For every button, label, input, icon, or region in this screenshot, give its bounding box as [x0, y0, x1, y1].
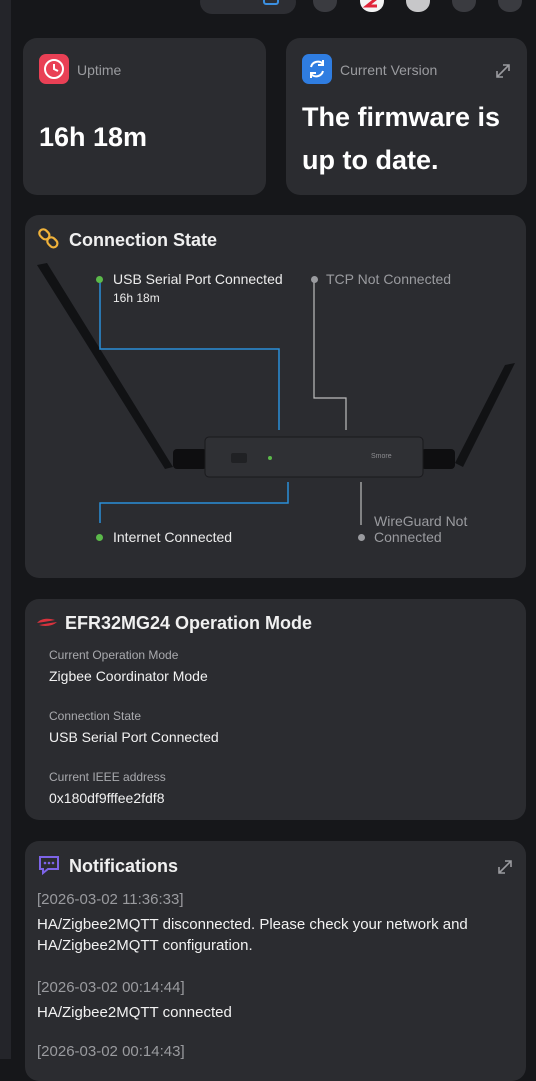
notification-timestamp: [2026-03-02 00:14:43]	[37, 1043, 185, 1060]
notification-timestamp: [2026-03-02 11:36:33]	[37, 891, 184, 908]
chat-icon	[37, 853, 61, 877]
uptime-label: Uptime	[77, 62, 122, 78]
wireguard-status-label-line1: WireGuard Not	[374, 513, 468, 529]
zigbee-icon[interactable]	[360, 0, 384, 12]
uptime-card: Uptime 16h 18m	[23, 38, 266, 195]
refresh-icon	[302, 54, 332, 84]
wireguard-status-label-line2: Connected	[374, 529, 442, 545]
internet-status-dot	[96, 534, 103, 541]
notification-message: HA/Zigbee2MQTT disconnected. Please chec…	[37, 916, 468, 954]
usb-uptime: 16h 18m	[113, 291, 160, 305]
tcp-status-dot	[311, 276, 318, 283]
usb-icon[interactable]	[406, 0, 430, 12]
bell-icon[interactable]	[498, 0, 522, 12]
connection-state-label: Connection State	[49, 709, 142, 723]
internet-status-label: Internet Connected	[113, 529, 233, 545]
notification-message: HA/Zigbee2MQTT connected	[37, 1004, 232, 1021]
notification-timestamp: [2026-03-02 00:14:44]	[37, 979, 185, 996]
device-brand-label: Smore	[371, 453, 392, 460]
firmware-status-line2: up to date.	[302, 145, 439, 175]
notifications-card: Notifications [2026-03-02 11:36:33] HA/Z…	[25, 841, 526, 1081]
left-sidebar-edge	[0, 0, 11, 1059]
operation-mode-card: EFR32MG24 Operation Mode Current Operati…	[25, 599, 526, 820]
connection-state-value: USB Serial Port Connected	[49, 729, 219, 745]
theme-icon[interactable]	[452, 0, 476, 12]
ieee-address-label: Current IEEE address	[49, 770, 166, 784]
silabs-logo-icon	[35, 614, 59, 630]
network-status-pill[interactable]	[200, 0, 296, 14]
ieee-address-value: 0x180df9fffee2fdf8	[49, 790, 165, 806]
firmware-status-line1: The firmware is	[302, 102, 501, 132]
version-label: Current Version	[340, 62, 438, 78]
top-status-bar	[0, 0, 536, 16]
tcp-status-label: TCP Not Connected	[326, 271, 452, 287]
ap-mode-icon[interactable]	[313, 0, 337, 12]
link-icon	[37, 227, 59, 249]
usb-status-dot	[96, 276, 103, 283]
operation-mode-label: Current Operation Mode	[49, 648, 179, 662]
expand-icon[interactable]	[494, 62, 512, 80]
connection-state-title: Connection State	[69, 230, 218, 250]
notifications-title: Notifications	[69, 856, 179, 876]
operation-mode-title: EFR32MG24 Operation Mode	[65, 613, 313, 633]
version-card: Current Version The firmware is up to da…	[286, 38, 527, 195]
usb-status-label: USB Serial Port Connected	[113, 271, 283, 287]
operation-mode-value: Zigbee Coordinator Mode	[49, 668, 208, 684]
expand-icon[interactable]	[496, 858, 514, 876]
connection-state-card: Smore Connection State USB Serial Port C…	[25, 215, 526, 578]
clock-icon	[39, 54, 69, 84]
uptime-value: 16h 18m	[39, 122, 148, 152]
wireguard-status-dot	[358, 534, 365, 541]
